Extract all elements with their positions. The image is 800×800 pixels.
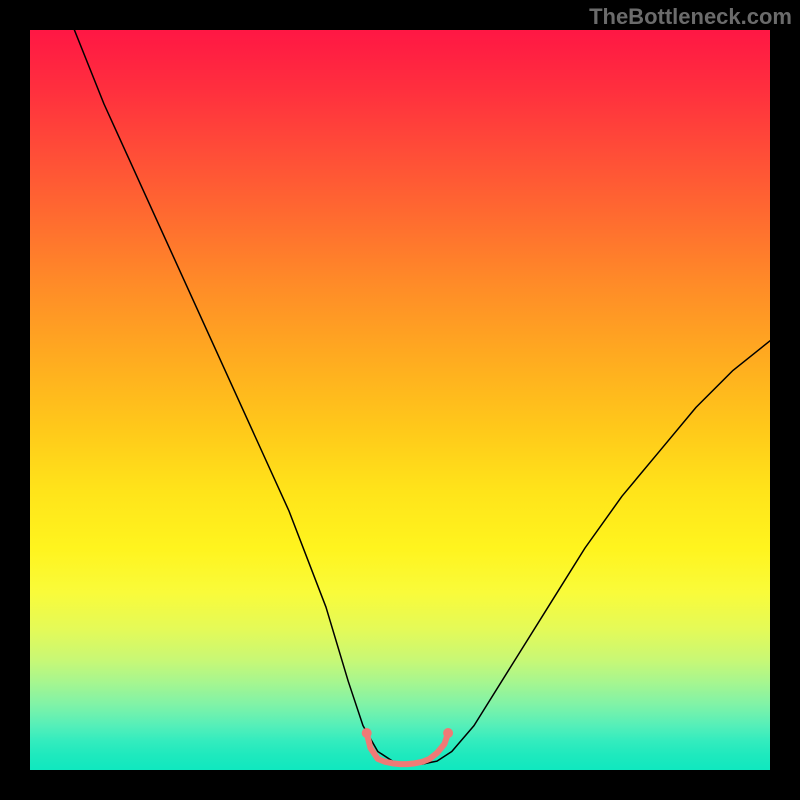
- gradient-background: [30, 30, 770, 770]
- watermark-text: TheBottleneck.com: [589, 4, 792, 30]
- chart-stage: TheBottleneck.com: [0, 0, 800, 800]
- plot-area: [30, 30, 770, 770]
